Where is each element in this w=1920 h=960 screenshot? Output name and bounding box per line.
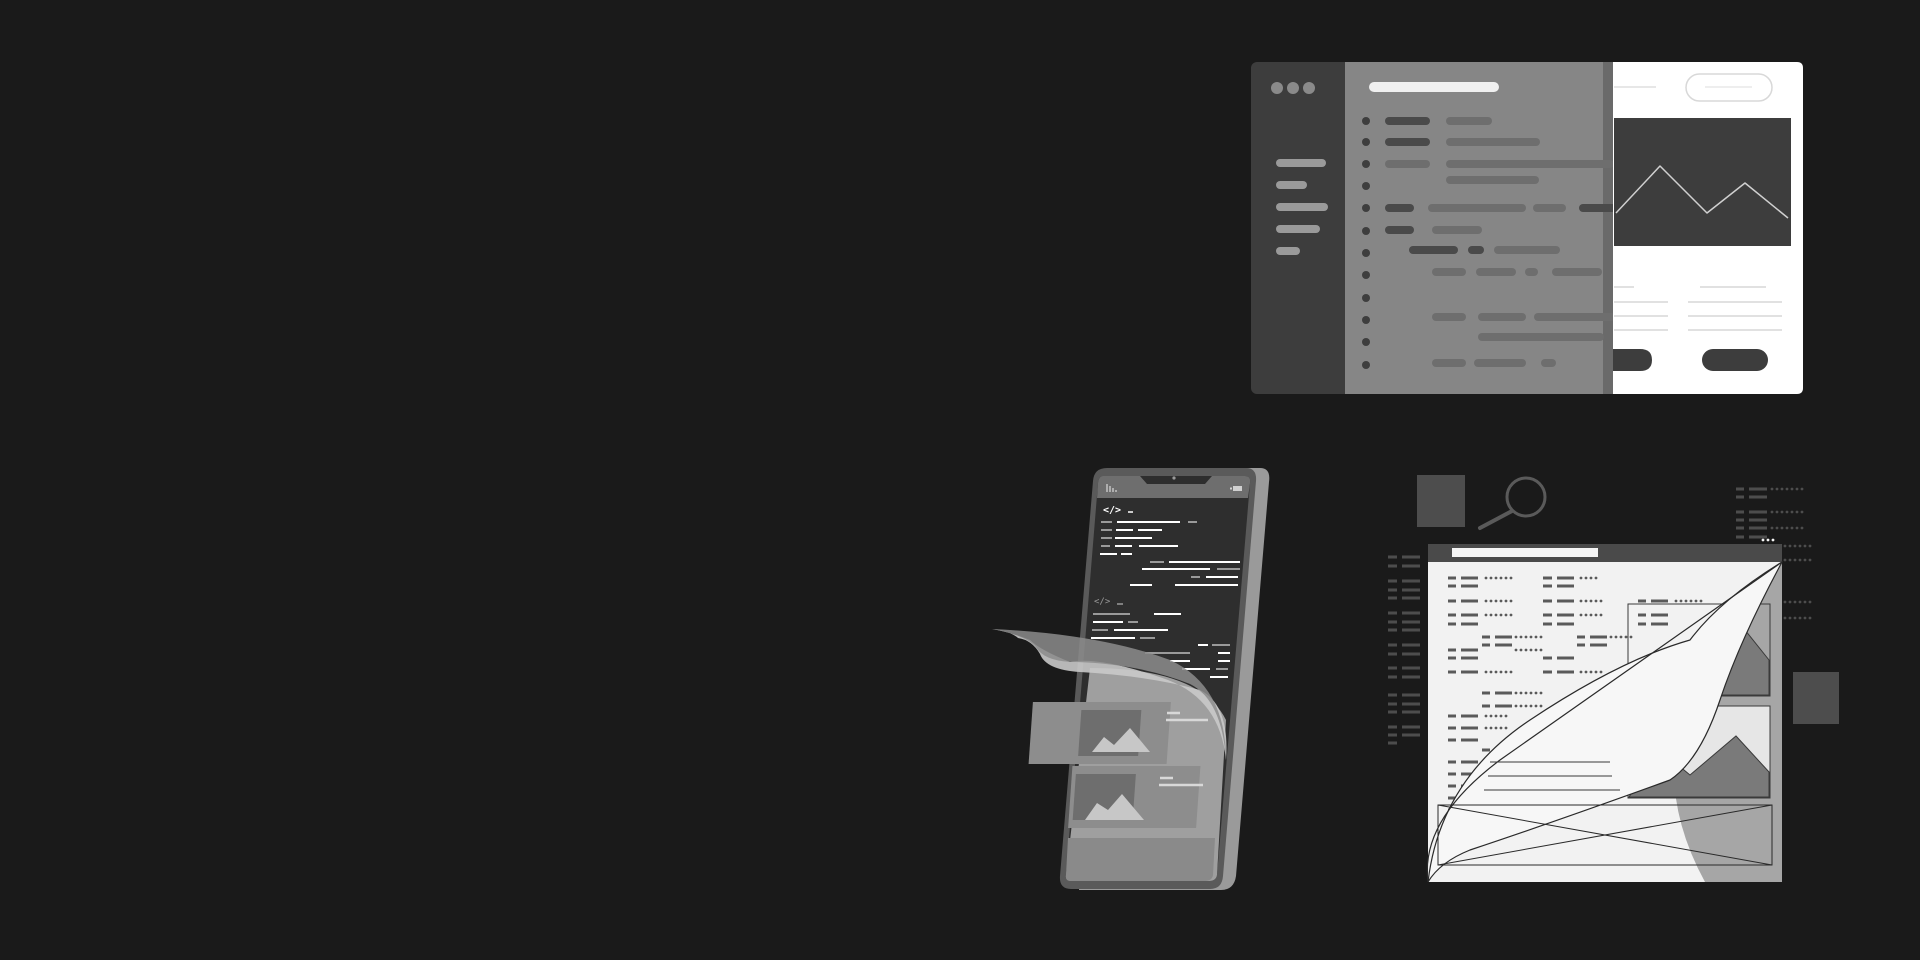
front-camera xyxy=(1172,476,1176,480)
accent-square-top xyxy=(1417,475,1465,527)
desktop-window xyxy=(1251,62,1803,394)
code-brackets-icon-secondary: </> xyxy=(1094,597,1111,607)
hero-illustration: </> </> xyxy=(0,0,1920,960)
accent-square-right xyxy=(1793,672,1839,724)
code-panel-divider xyxy=(1603,62,1613,394)
window-dots-icon xyxy=(1271,82,1315,94)
preview-button-right xyxy=(1702,349,1768,371)
document-menu-dots-icon xyxy=(1761,538,1775,542)
preview-button-left xyxy=(1613,349,1652,371)
phone-notch xyxy=(1140,476,1212,484)
phone-bottom-bar xyxy=(1065,838,1215,881)
document-url-field xyxy=(1452,548,1598,557)
code-brackets-icon: </> xyxy=(1103,505,1121,516)
preview-chart xyxy=(1614,118,1791,246)
